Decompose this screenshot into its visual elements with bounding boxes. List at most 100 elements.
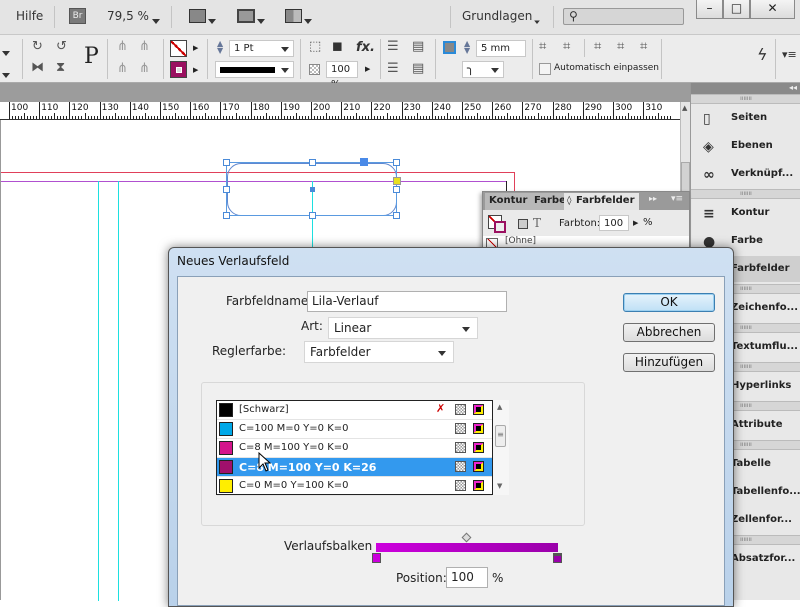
expand-panel-icon[interactable]: ▸▸ [649,194,657,203]
panel-menu-icon[interactable]: ▾≡ [671,194,683,204]
flip-horizontal-icon[interactable]: ⧓ [31,61,44,75]
select-previous-icon[interactable]: ⋔ [139,40,150,54]
stroke-color-swatch[interactable] [170,61,187,78]
fill-none-swatch[interactable] [170,40,187,57]
panel-menu-icon[interactable]: ▾≡ [782,48,797,61]
select-container-icon[interactable]: ⋔ [117,40,128,54]
quick-apply-icon[interactable]: ϟ [757,45,768,64]
align-text-top-icon[interactable]: ☰ [387,40,399,54]
menu-help[interactable]: Hilfe [16,9,43,23]
zoom-level[interactable]: 79,5 % [107,9,149,23]
horizontal-ruler[interactable]: 100 110 120 130 140 150 160 170 180 190 200 210 220 2… [0,102,680,120]
opacity-field[interactable]: 100 % [326,61,358,90]
resize-handle[interactable] [309,212,316,219]
rotate-cw-icon[interactable]: ↻ [32,40,43,54]
align-text-bottom-icon[interactable]: ▤ [412,62,424,76]
chevron-down-icon[interactable] [2,46,10,59]
rotate-ccw-icon[interactable]: ↺ [56,40,67,54]
drop-shadow-icon[interactable]: ⬚ [309,40,321,54]
chevron-down-icon[interactable] [2,68,10,81]
swatch-list-item[interactable]: C=0 M=0 Y=100 K=0 [217,477,492,496]
ok-button[interactable]: OK [623,293,715,312]
corner-size-stepper[interactable]: ▲ ▼ [464,40,470,55]
bridge-button[interactable]: Br [69,8,86,24]
dock-item-stroke[interactable]: ≡ Kontur [691,200,800,226]
chevron-right-icon[interactable]: ▶ [193,44,198,52]
chevron-right-icon[interactable]: ▶ [365,65,370,73]
path-type-icon[interactable]: P [84,44,99,69]
resize-handle[interactable] [393,212,400,219]
stop-color-select[interactable]: Farbfelder [304,341,454,363]
fit-content-to-frame-icon[interactable]: ⌗ [563,40,570,54]
gradient-ramp[interactable] [376,543,558,552]
chevron-down-icon[interactable] [208,14,216,27]
corner-shape-dropdown[interactable]: ╮ [462,61,504,78]
dock-item-layers[interactable]: ◈ Ebenen [691,133,800,159]
chevron-down-icon[interactable] [257,14,265,27]
screen-mode-icon[interactable] [237,9,255,23]
chevron-right-icon[interactable]: ▶ [193,66,198,74]
search-input[interactable]: ⚲ [563,8,684,25]
close-button[interactable]: ✕ [750,0,795,19]
content-grabber-handle[interactable] [360,158,368,166]
stroke-swatch-icon[interactable] [494,221,506,233]
zoom-dropdown-icon[interactable] [152,14,160,27]
resize-handle[interactable] [309,159,316,166]
swatch-name-input[interactable]: Lila-Verlauf [307,291,507,312]
stroke-weight-field[interactable]: 1 Pt [229,40,294,57]
resize-handle[interactable] [223,186,230,193]
workspace-switcher[interactable]: Grundlagen [462,9,532,23]
gradient-midpoint-handle[interactable] [461,532,472,543]
scroll-up-icon[interactable]: ▲ [497,403,502,411]
auto-fit-checkbox[interactable] [539,63,551,75]
view-options-icon[interactable] [189,9,206,23]
fit-frame-to-content-icon[interactable]: ⌗ [539,40,546,54]
swatch-list-item[interactable]: [Schwarz] ✗ [217,401,492,420]
maximize-button[interactable]: □ [723,0,750,19]
align-text-justify-icon[interactable]: ☰ [387,62,399,76]
center-content-icon[interactable]: ⌗ [640,40,647,54]
dock-group-grip[interactable]: ııııııı [691,94,800,104]
add-button[interactable]: Hinzufügen [623,353,715,372]
chevron-down-icon[interactable] [534,17,540,26]
dock-item-pages[interactable]: ▯ Seiten [691,105,800,131]
flip-vertical-icon[interactable]: ⧗ [56,61,65,75]
select-content-icon[interactable]: ⋔ [117,62,128,76]
resize-handle[interactable] [223,212,230,219]
gradient-stop-end[interactable] [553,553,562,563]
dock-group-grip[interactable]: ııııııı [691,189,800,199]
minimize-button[interactable]: – [696,0,723,19]
resize-handle[interactable] [393,159,400,166]
tab-kontur[interactable]: Kontur [485,193,532,210]
resize-handle[interactable] [393,186,400,193]
cancel-button[interactable]: Abbrechen [623,323,715,342]
chevron-down-icon[interactable] [304,14,312,27]
dock-item-links[interactable]: ∞ Verknüpf... [691,161,800,187]
chevron-right-icon[interactable]: ▶ [633,219,638,227]
type-select[interactable]: Linear [328,317,478,339]
fill-frame-proportionally-icon[interactable]: ⌗ [594,40,601,54]
gradient-stop-start[interactable] [372,553,381,563]
scrollbar-thumb[interactable]: ≡ [495,425,506,447]
stroke-type-dropdown[interactable] [215,61,294,78]
formatting-container-icon[interactable] [518,219,528,229]
swatch-list-item[interactable]: C=100 M=0 Y=0 K=0 [217,420,492,439]
scrollbar-thumb[interactable] [681,162,690,192]
select-next-icon[interactable]: ⋔ [139,62,150,76]
align-text-center-icon[interactable]: ▤ [412,40,424,54]
formatting-text-icon[interactable]: T [533,216,541,230]
arrange-documents-icon[interactable] [285,9,302,23]
fit-content-proportionally-icon[interactable]: ⌗ [617,40,624,54]
corner-size-field[interactable]: 5 mm [476,40,526,57]
tint-field[interactable]: 100 [599,215,629,231]
shadow-icon[interactable]: ◼ [332,40,343,54]
position-input[interactable]: 100 [446,567,488,588]
swatch-list-scrollbar[interactable]: ▲ ≡ ▼ [493,400,509,495]
scroll-down-icon[interactable]: ▼ [497,482,502,490]
corner-options-icon[interactable] [443,41,456,54]
stroke-weight-stepper[interactable]: ▲ ▼ [217,40,223,55]
scroll-up-icon[interactable]: ▲ [682,104,687,112]
swatch-list[interactable]: [Schwarz] ✗ C=100 M=0 Y=0 K=0 C=8 M=100 Y=0… [216,400,493,496]
resize-handle[interactable] [223,159,230,166]
collapse-dock-icon[interactable]: ◂◂ [789,83,797,92]
